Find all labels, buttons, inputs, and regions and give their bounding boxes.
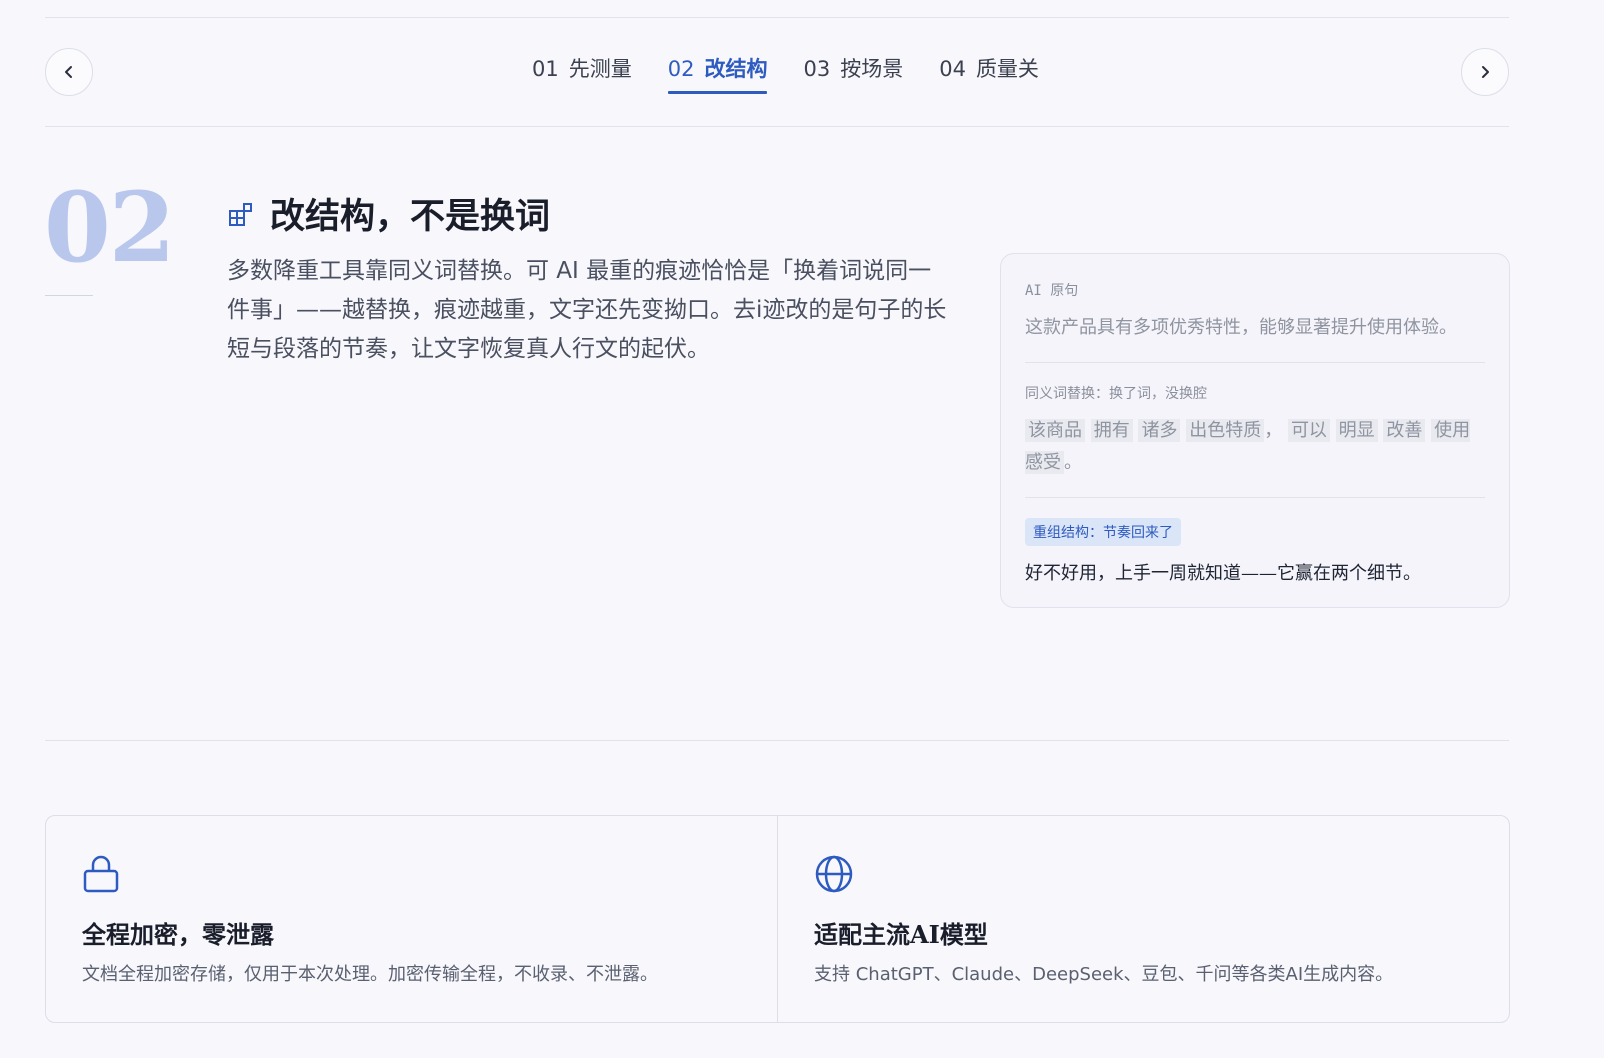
section-heading: 改结构，不是换词: [228, 188, 550, 239]
synonym-chunk: 可以: [1287, 419, 1330, 442]
restructure-badge: 重组结构：节奏回来了: [1025, 518, 1181, 546]
feature-desc: 文档全程加密存储，仅用于本次处理。加密传输全程，不收录、不泄露。: [82, 964, 658, 985]
synonym-punct: 。: [1064, 452, 1082, 473]
feature-ai-models: 适配主流AI模型 支持 ChatGPT、Claude、DeepSeek、豆包、千…: [777, 816, 1509, 1022]
section-number: 02: [44, 171, 176, 284]
tab-restructure[interactable]: 02 改结构: [667, 52, 767, 94]
synonym-text: 该商品 拥有 诸多 出色特质， 可以 明显 改善 使用感受。: [1025, 415, 1485, 479]
restructure-text: 好不好用，上手一周就知道——它赢在两个细节。: [1025, 563, 1421, 584]
feature-desc: 支持 ChatGPT、Claude、DeepSeek、豆包、千问等各类AI生成内…: [814, 964, 1394, 985]
original-text: 这款产品具有多项优秀特性，能够显著提升使用体验。: [1025, 317, 1457, 338]
section-title: 改结构，不是换词: [270, 196, 551, 237]
feature-title: 适配主流AI模型: [814, 920, 988, 949]
next-button[interactable]: [1461, 48, 1509, 96]
synonym-chunk: 明显: [1335, 419, 1378, 442]
prev-button[interactable]: [45, 48, 93, 96]
feature-title: 全程加密，零泄露: [82, 920, 274, 949]
synonym-chunk: 该商品: [1025, 419, 1085, 442]
chevron-left-icon: [65, 66, 72, 78]
synonym-label: 同义词替换：换了词，没换腔: [1025, 386, 1207, 402]
chevron-right-icon: [1482, 66, 1489, 78]
feature-cards: 全程加密，零泄露 文档全程加密存储，仅用于本次处理。加密传输全程，不收录、不泄露…: [45, 815, 1510, 1023]
tab-scenario[interactable]: 03 按场景: [803, 52, 903, 94]
top-divider: [45, 17, 1509, 18]
section-description: 多数降重工具靠同义词替换。可 AI 最重的痕迹恰恰是「换着词说同一件事」——越替…: [227, 258, 947, 362]
tab-quality[interactable]: 04 质量关: [939, 52, 1039, 94]
comparison-card: AI 原句 这款产品具有多项优秀特性，能够显著提升使用体验。 同义词替换：换了词…: [1000, 253, 1510, 608]
restructure-block: 重组结构：节奏回来了 好不好用，上手一周就知道——它赢在两个细节。: [1025, 518, 1485, 608]
synonym-chunk: 改善: [1383, 419, 1426, 442]
synonym-chunk: 出色特质: [1186, 419, 1265, 442]
blocks-icon: [229, 202, 252, 226]
lock-icon: [83, 855, 119, 893]
original-label: AI 原句: [1025, 283, 1079, 299]
section-divider: [45, 740, 1509, 741]
tab-measure[interactable]: 01 先测量: [532, 52, 632, 94]
synonym-punct: ，: [1264, 420, 1283, 441]
feature-encryption: 全程加密，零泄露 文档全程加密存储，仅用于本次处理。加密传输全程，不收录、不泄露…: [46, 816, 777, 1022]
globe-icon: [815, 855, 853, 893]
tabs-divider: [45, 126, 1509, 127]
synonym-chunk: 拥有: [1090, 419, 1133, 442]
synonym-chunk: 诸多: [1138, 419, 1181, 442]
section-number-underline: [45, 295, 93, 296]
step-tabs: 01 先测量 02 改结构 03 按场景 04 质量关: [532, 52, 1039, 94]
synonym-block: 同义词替换：换了词，没换腔 该商品 拥有 诸多 出色特质， 可以 明显 改善 使…: [1025, 383, 1485, 498]
original-sentence-block: AI 原句 这款产品具有多项优秀特性，能够显著提升使用体验。: [1025, 280, 1485, 363]
